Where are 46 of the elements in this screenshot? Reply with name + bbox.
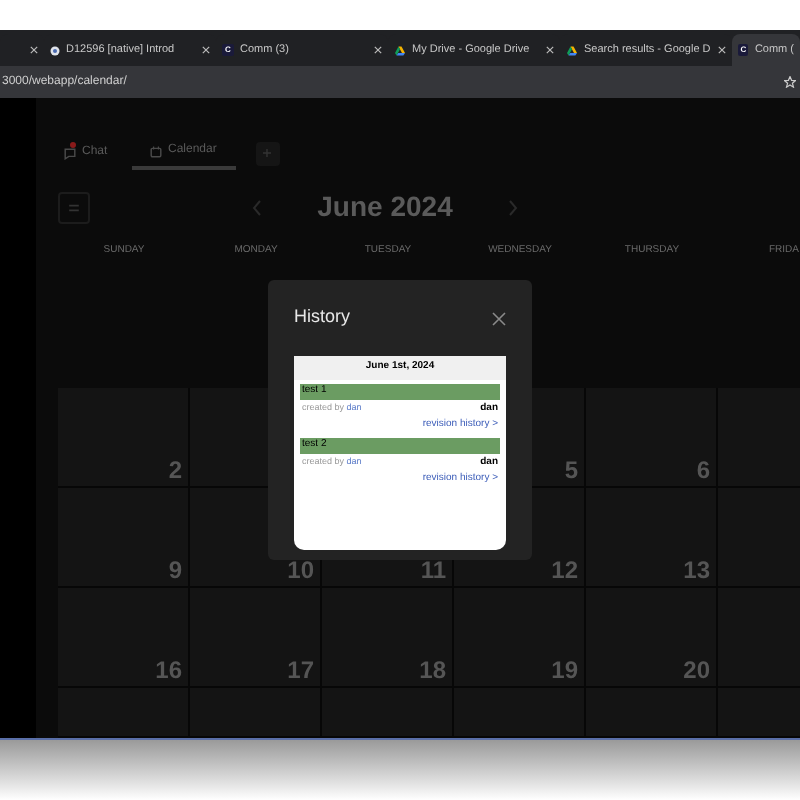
close-icon[interactable] [30, 46, 38, 54]
day-number: 11 [420, 559, 446, 580]
close-icon[interactable] [546, 46, 554, 54]
day-number: 20 [683, 659, 710, 680]
day-number: 16 [155, 659, 182, 680]
chat-bubble-icon [64, 147, 76, 160]
day-number: 13 [683, 559, 710, 580]
triangle-icon [394, 45, 406, 55]
day-number: 10 [287, 559, 314, 580]
day-number: 2 [168, 459, 182, 480]
dialog-title: History [294, 304, 351, 331]
day-cell[interactable]: 19 [454, 587, 586, 688]
day-number: 6 [696, 459, 710, 480]
chevron-right-icon[interactable] [508, 199, 519, 216]
day-cell[interactable] [586, 687, 718, 738]
close-icon[interactable] [202, 46, 210, 54]
calendar-icon [150, 145, 162, 158]
day-cell[interactable] [58, 687, 190, 738]
day-cell[interactable] [322, 687, 454, 738]
add-button[interactable] [255, 141, 280, 166]
day-cell[interactable]: 2 [58, 387, 190, 488]
chevron-left-icon[interactable] [251, 199, 262, 216]
close-icon[interactable] [374, 46, 382, 54]
day-number: 9 [168, 559, 182, 580]
day-cell[interactable]: 17 [190, 587, 322, 688]
day-cell[interactable]: 6 [586, 387, 718, 488]
star-icon[interactable] [784, 76, 796, 88]
day-number: 5 [564, 459, 578, 480]
day-number: 17 [287, 659, 314, 680]
day-cell[interactable]: 16 [58, 587, 190, 688]
day-cell[interactable] [454, 687, 586, 738]
day-cell[interactable]: 9 [58, 487, 190, 588]
plus-icon [262, 148, 273, 159]
triangle-icon [566, 45, 578, 55]
close-icon[interactable] [718, 46, 726, 54]
globe-icon [50, 45, 60, 55]
day-cell[interactable] [190, 687, 322, 738]
day-number: 18 [419, 659, 446, 680]
day-cell[interactable]: 20 [586, 587, 718, 688]
day-number: 12 [551, 559, 578, 580]
day-cell[interactable]: 18 [322, 587, 454, 688]
close-icon[interactable] [492, 311, 506, 325]
day-number: 19 [551, 659, 578, 680]
calendar-toggle-icon[interactable] [58, 191, 90, 224]
day-cell[interactable]: 13 [586, 487, 718, 588]
month-title: June 2024 [317, 188, 453, 227]
